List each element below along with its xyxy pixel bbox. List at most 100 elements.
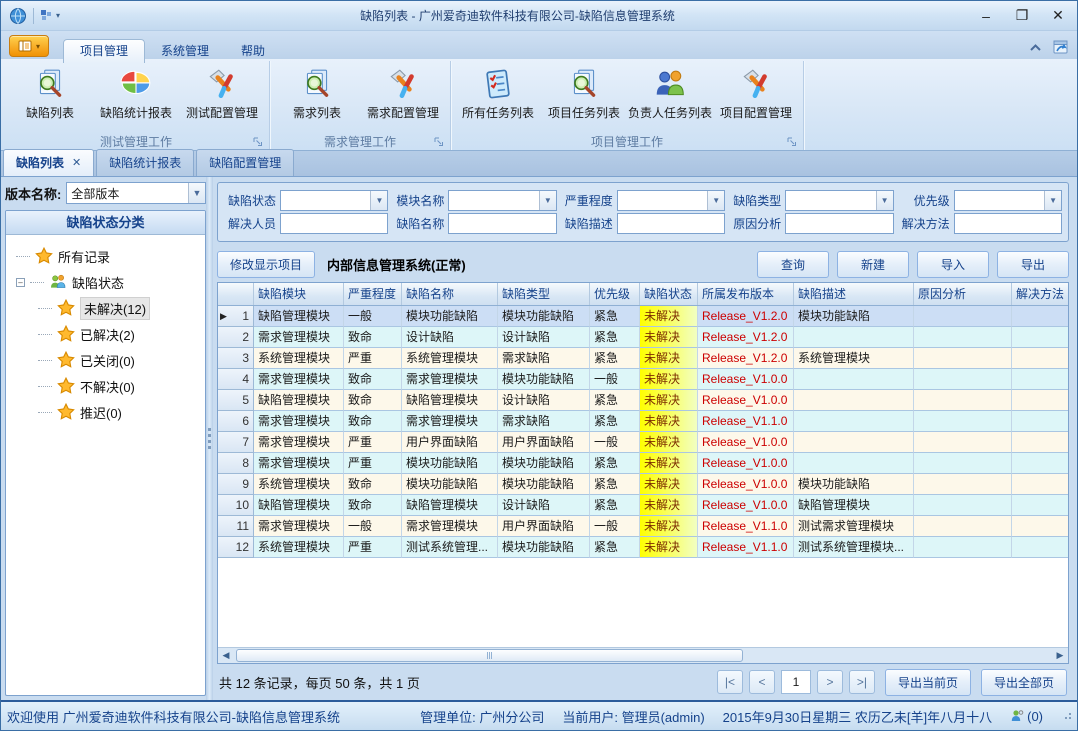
new-button[interactable]: 新建 [837,251,909,278]
column-header-缺陷描述[interactable]: 缺陷描述 [794,283,914,305]
table-row[interactable]: 8需求管理模块严重模块功能缺陷模块功能缺陷紧急未解决Release_V1.0.0 [218,453,1068,474]
maximize-button[interactable]: ❐ [1011,7,1033,24]
chevron-down-icon[interactable]: ▼ [1044,191,1061,210]
table-row[interactable]: 1▶缺陷管理模块一般模块功能缺陷模块功能缺陷紧急未解决Release_V1.2.… [218,306,1068,327]
table-row[interactable]: 5缺陷管理模块致命缺陷管理模块设计缺陷紧急未解决Release_V1.0.0 [218,390,1068,411]
doc-tab-缺陷配置管理[interactable]: 缺陷配置管理 [196,149,294,176]
row-header[interactable]: 1▶ [218,306,254,327]
scrollbar-thumb[interactable] [236,649,743,662]
row-header[interactable]: 12 [218,537,254,558]
version-select[interactable]: 全部版本 ▼ [66,182,206,204]
table-row[interactable]: 7需求管理模块严重用户界面缺陷用户界面缺陷一般未解决Release_V1.0.0 [218,432,1068,453]
column-header-原因分析[interactable]: 原因分析 [914,283,1012,305]
dialog-launcher-icon[interactable] [434,137,444,147]
ribbon-button-缺陷列表[interactable]: 缺陷列表 [7,63,93,123]
column-header-缺陷名称[interactable]: 缺陷名称 [402,283,498,305]
tree-item-缺陷状态[interactable]: –缺陷状态 [16,269,201,295]
row-header[interactable]: 7 [218,432,254,453]
column-header-优先级[interactable]: 优先级 [590,283,640,305]
tree-item-推迟(0)[interactable]: 推迟(0) [16,399,201,425]
tree-item-不解决(0)[interactable]: 不解决(0) [16,373,201,399]
ribbon-tab-项目管理[interactable]: 项目管理 [63,39,145,63]
tree-item-所有记录[interactable]: 所有记录 [16,243,201,269]
column-header-严重程度[interactable]: 严重程度 [344,283,402,305]
table-row[interactable]: 3系统管理模块严重系统管理模块需求缺陷紧急未解决Release_V1.2.0系统… [218,348,1068,369]
prev-page-button[interactable]: < [749,670,775,694]
ribbon-button-项目任务列表[interactable]: 项目任务列表 [541,63,627,123]
quick-access-toolbar-button[interactable]: ▾ [40,9,60,22]
dialog-launcher-icon[interactable] [787,137,797,147]
next-page-button[interactable]: > [817,670,843,694]
ribbon-tab-系统管理[interactable]: 系统管理 [145,40,225,63]
tree-item-已关闭(0)[interactable]: 已关闭(0) [16,347,201,373]
scroll-left-icon[interactable]: ◀ [218,648,234,663]
ribbon-button-测试配置管理[interactable]: 测试配置管理 [179,63,265,123]
ribbon-button-所有任务列表[interactable]: 所有任务列表 [455,63,541,123]
filter-input-resolver[interactable] [281,214,387,233]
row-header[interactable]: 11 [218,516,254,537]
table-row[interactable]: 2需求管理模块致命设计缺陷设计缺陷紧急未解决Release_V1.2.0 [218,327,1068,348]
close-tab-icon[interactable]: ✕ [72,156,81,169]
message-count-badge[interactable]: (0) [1010,709,1043,724]
app-menu-button[interactable]: ▾ [9,35,49,57]
table-row[interactable]: 12系统管理模块严重测试系统管理...模块功能缺陷紧急未解决Release_V1… [218,537,1068,558]
filter-input-cause-analysis[interactable] [786,214,892,233]
filter-select-defect-status[interactable]: ▼ [280,190,388,211]
sidebar-splitter[interactable] [206,177,213,700]
export-current-page-button[interactable]: 导出当前页 [885,669,971,696]
ribbon-button-需求列表[interactable]: 需求列表 [274,63,360,123]
filter-select-severity[interactable]: ▼ [617,190,725,211]
doc-tab-缺陷统计报表[interactable]: 缺陷统计报表 [96,149,194,176]
ribbon-button-缺陷统计报表[interactable]: 缺陷统计报表 [93,63,179,123]
row-header[interactable]: 9 [218,474,254,495]
row-header[interactable]: 2 [218,327,254,348]
column-header-缺陷状态[interactable]: 缺陷状态 [640,283,698,305]
import-button[interactable]: 导入 [917,251,989,278]
query-button[interactable]: 查询 [757,251,829,278]
page-number-input[interactable]: 1 [781,670,811,694]
chevron-down-icon[interactable]: ▼ [188,183,205,203]
chevron-down-icon[interactable]: ▼ [876,191,893,210]
app-icon[interactable] [9,7,27,25]
first-page-button[interactable]: |< [717,670,743,694]
modify-display-items-button[interactable]: 修改显示项目 [217,251,315,278]
row-header[interactable]: 5 [218,390,254,411]
table-row[interactable]: 9系统管理模块致命模块功能缺陷模块功能缺陷紧急未解决Release_V1.0.0… [218,474,1068,495]
chevron-down-icon[interactable]: ▼ [370,191,387,210]
row-header[interactable]: 4 [218,369,254,390]
column-header-缺陷模块[interactable]: 缺陷模块 [254,283,344,305]
column-header-所属发布版本[interactable]: 所属发布版本 [698,283,794,305]
table-row[interactable]: 6需求管理模块致命需求管理模块需求缺陷紧急未解决Release_V1.1.0 [218,411,1068,432]
ribbon-tab-帮助[interactable]: 帮助 [225,40,281,63]
row-header[interactable]: 6 [218,411,254,432]
collapse-ribbon-icon[interactable] [1029,43,1042,52]
filter-select-module-name[interactable]: ▼ [448,190,556,211]
filter-input-defect-name[interactable] [449,214,555,233]
filter-input-defect-desc[interactable] [618,214,724,233]
last-page-button[interactable]: >| [849,670,875,694]
filter-input-solution[interactable] [955,214,1061,233]
horizontal-scrollbar[interactable]: ◀ ▶ [218,647,1068,663]
dialog-launcher-icon[interactable] [253,137,263,147]
column-header-缺陷类型[interactable]: 缺陷类型 [498,283,590,305]
column-header-解决方法[interactable]: 解决方法 [1012,283,1068,305]
close-button[interactable]: ✕ [1047,7,1069,24]
row-header[interactable]: 3 [218,348,254,369]
export-all-pages-button[interactable]: 导出全部页 [981,669,1067,696]
filter-select-defect-type[interactable]: ▼ [785,190,893,211]
table-row[interactable]: 4需求管理模块致命需求管理模块模块功能缺陷一般未解决Release_V1.0.0 [218,369,1068,390]
doc-tab-缺陷列表[interactable]: 缺陷列表✕ [3,149,94,176]
collapse-icon[interactable]: – [16,278,25,287]
chevron-down-icon[interactable]: ▼ [707,191,724,210]
scroll-right-icon[interactable]: ▶ [1052,648,1068,663]
resize-grip[interactable] [1065,713,1071,719]
ribbon-button-项目配置管理[interactable]: 项目配置管理 [713,63,799,123]
row-header[interactable]: 8 [218,453,254,474]
ribbon-style-icon[interactable] [1052,39,1069,55]
table-row[interactable]: 10缺陷管理模块致命缺陷管理模块设计缺陷紧急未解决Release_V1.0.0缺… [218,495,1068,516]
ribbon-button-需求配置管理[interactable]: 需求配置管理 [360,63,446,123]
tree-item-已解决(2)[interactable]: 已解决(2) [16,321,201,347]
export-button[interactable]: 导出 [997,251,1069,278]
table-row[interactable]: 11需求管理模块一般需求管理模块用户界面缺陷一般未解决Release_V1.1.… [218,516,1068,537]
filter-select-priority[interactable]: ▼ [954,190,1062,211]
